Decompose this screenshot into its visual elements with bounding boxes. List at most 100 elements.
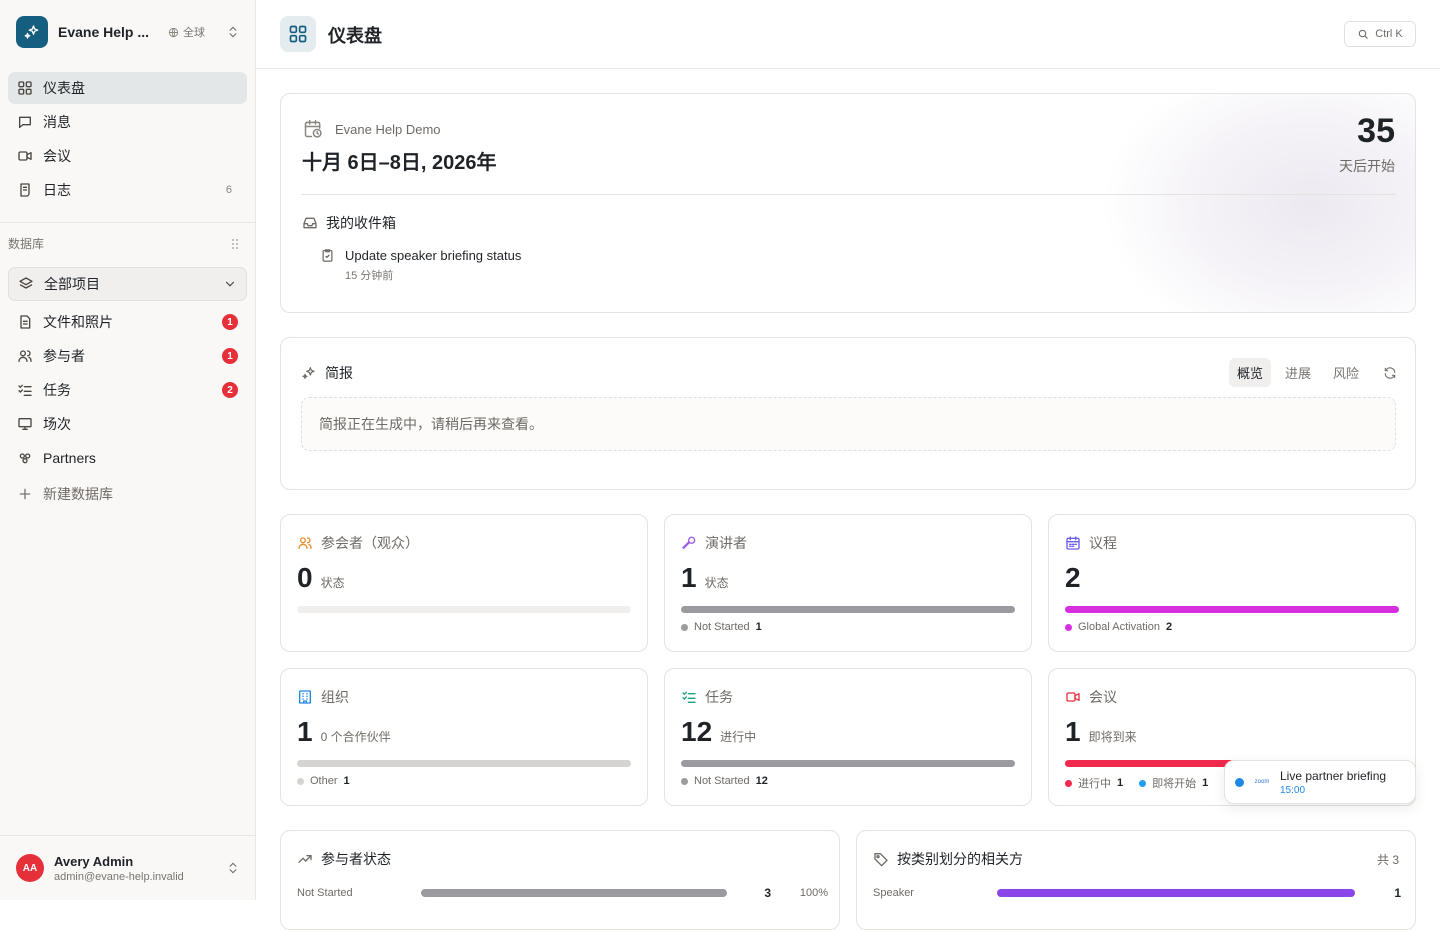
- new-database-button[interactable]: 新建数据库: [8, 478, 247, 510]
- stat-value: 0: [297, 562, 313, 593]
- nav-label: 仪表盘: [43, 80, 85, 96]
- new-database-label: 新建数据库: [43, 486, 113, 502]
- stat-title: 议程: [1089, 535, 1117, 551]
- briefing-header: 简报: [301, 363, 353, 383]
- stat-unit: 状态: [704, 576, 729, 590]
- search-button[interactable]: Ctrl K: [1344, 21, 1416, 47]
- inbox-item-title: Update speaker briefing status: [345, 248, 522, 263]
- chevrons-up-down-icon[interactable]: [226, 25, 240, 39]
- notification-badge: 1: [222, 314, 238, 330]
- workspace-logo-icon: [16, 16, 48, 48]
- tab-progress[interactable]: 进展: [1277, 358, 1319, 387]
- sparkles-icon: [302, 367, 315, 379]
- refresh-icon[interactable]: [1383, 366, 1397, 380]
- database-nav: 文件和照片 1 参与者 1 任务 2 场次 Partners 新建数据库: [8, 306, 247, 512]
- stakeholders-total: 共 3: [1376, 853, 1399, 867]
- divider: [0, 222, 256, 223]
- stat-title: 组织: [321, 689, 349, 705]
- live-meeting-title: Live partner briefing: [1280, 768, 1387, 783]
- live-meeting-time: 15:00: [1280, 784, 1306, 796]
- search-shortcut: Ctrl K: [1375, 28, 1403, 40]
- event-org: Evane Help Demo: [303, 119, 441, 139]
- status-percent: 100%: [799, 887, 828, 899]
- card-title: 参与者状态: [321, 851, 391, 867]
- chevrons-up-down-icon[interactable]: [226, 861, 240, 875]
- stat-bar-segment: [297, 760, 631, 767]
- chevron-down-icon: [225, 281, 235, 287]
- sidebar-item-sessions[interactable]: 场次: [8, 408, 247, 440]
- nav-count: 6: [225, 184, 232, 196]
- legend-value: 1: [755, 621, 762, 633]
- legend-label: 即将开始: [1152, 778, 1197, 790]
- sidebar-item-participants[interactable]: 参与者 1: [8, 340, 247, 372]
- sidebar-item-label: 参与者: [43, 348, 85, 364]
- calendar-clock-icon: [304, 119, 322, 138]
- inbox-icon: [303, 217, 317, 229]
- sidebar-item-files[interactable]: 文件和照片 1: [8, 306, 247, 338]
- trending-up-icon: [298, 855, 312, 863]
- sidebar-item-tasks[interactable]: 任务 2: [8, 374, 247, 406]
- divider: [301, 194, 1396, 195]
- stat-card-organizations[interactable]: 组织 1 0 个合作伙伴 Other 1: [280, 668, 648, 806]
- tab-overview[interactable]: 概览: [1228, 358, 1271, 387]
- legend-value: 1: [343, 775, 350, 787]
- notification-badge: 1: [222, 348, 238, 364]
- stat-card-agenda[interactable]: 议程 2 Global Activation 2: [1048, 514, 1416, 652]
- nav-item-meetings[interactable]: 会议: [8, 140, 247, 172]
- stat-bar: [681, 606, 1015, 613]
- stat-bar: [297, 760, 631, 767]
- globe-icon: [168, 27, 179, 37]
- sidebar-item-label: Partners: [43, 450, 96, 466]
- stat-legend: 进行中 1 即将开始 1: [1065, 775, 1218, 791]
- live-indicator-dot: [1235, 777, 1244, 787]
- video-icon: [1066, 692, 1080, 702]
- list-checks-icon: [682, 691, 696, 703]
- nav-label: 会议: [43, 148, 71, 164]
- tab-risks[interactable]: 风险: [1325, 358, 1367, 387]
- presentation-icon: [18, 418, 32, 430]
- event-dates: 十月 6日–8日, 2026年: [302, 152, 497, 174]
- workspace-name: Evane Help ...: [58, 24, 150, 40]
- legend-value: 1: [1202, 777, 1209, 789]
- event-org-name: Evane Help Demo: [335, 121, 441, 137]
- plus-icon: [19, 488, 31, 500]
- status-bar-fill: [421, 889, 727, 897]
- all-projects-select[interactable]: 全部项目: [8, 267, 247, 301]
- stat-card-speakers[interactable]: 演讲者 1 状态 Not Started 1: [664, 514, 1032, 652]
- stat-value: 12: [681, 716, 713, 747]
- days-until-count: 35: [1357, 112, 1395, 150]
- dashboard-icon: [280, 16, 316, 52]
- users-icon: [298, 537, 312, 549]
- status-label: Not Started: [297, 887, 353, 899]
- search-icon: [1358, 29, 1369, 39]
- zoom-logo-icon: zoom: [1254, 779, 1270, 785]
- stat-bar-segment: [681, 760, 1015, 767]
- nav-item-logs[interactable]: 日志 6: [8, 174, 247, 206]
- calendar-icon: [1066, 536, 1080, 550]
- inbox-item[interactable]: Update speaker briefing status 15 分钟前: [320, 248, 521, 283]
- legend-dot: [297, 777, 304, 785]
- stat-card-tasks[interactable]: 任务 12 进行中 Not Started 12: [664, 668, 1032, 806]
- workspace-switcher[interactable]: Evane Help ... 全球: [8, 10, 248, 54]
- sidebar-item-label: 文件和照片: [43, 314, 113, 330]
- workspace-scope[interactable]: 全球: [168, 24, 205, 40]
- stat-bar-segment-live: [1065, 760, 1232, 767]
- sidebar-item-partners[interactable]: Partners: [8, 442, 247, 474]
- user-menu[interactable]: AA Avery Admin admin@evane-help.invalid: [0, 835, 256, 900]
- microphone-icon: [682, 536, 696, 550]
- legend-dot: [681, 623, 688, 631]
- stat-card-attendees[interactable]: 参会者（观众） 0 状态: [280, 514, 648, 652]
- stat-bar-segment: [1065, 606, 1399, 613]
- message-icon: [19, 116, 31, 128]
- legend-dot: [1065, 623, 1072, 631]
- nav-item-dashboard[interactable]: 仪表盘: [8, 72, 247, 104]
- legend-label: Not Started: [694, 775, 750, 787]
- handshake-icon: [19, 453, 31, 464]
- legend-dot: [681, 777, 688, 785]
- nav-item-messages[interactable]: 消息: [8, 106, 247, 138]
- stat-legend: Global Activation 2: [1065, 621, 1182, 633]
- stat-unit: 0 个合作伙伴: [320, 730, 391, 744]
- live-meeting-popover[interactable]: zoom Live partner briefing 15:00: [1224, 760, 1416, 804]
- all-projects-label: 全部项目: [44, 276, 100, 292]
- drag-handle-icon[interactable]: [230, 238, 240, 250]
